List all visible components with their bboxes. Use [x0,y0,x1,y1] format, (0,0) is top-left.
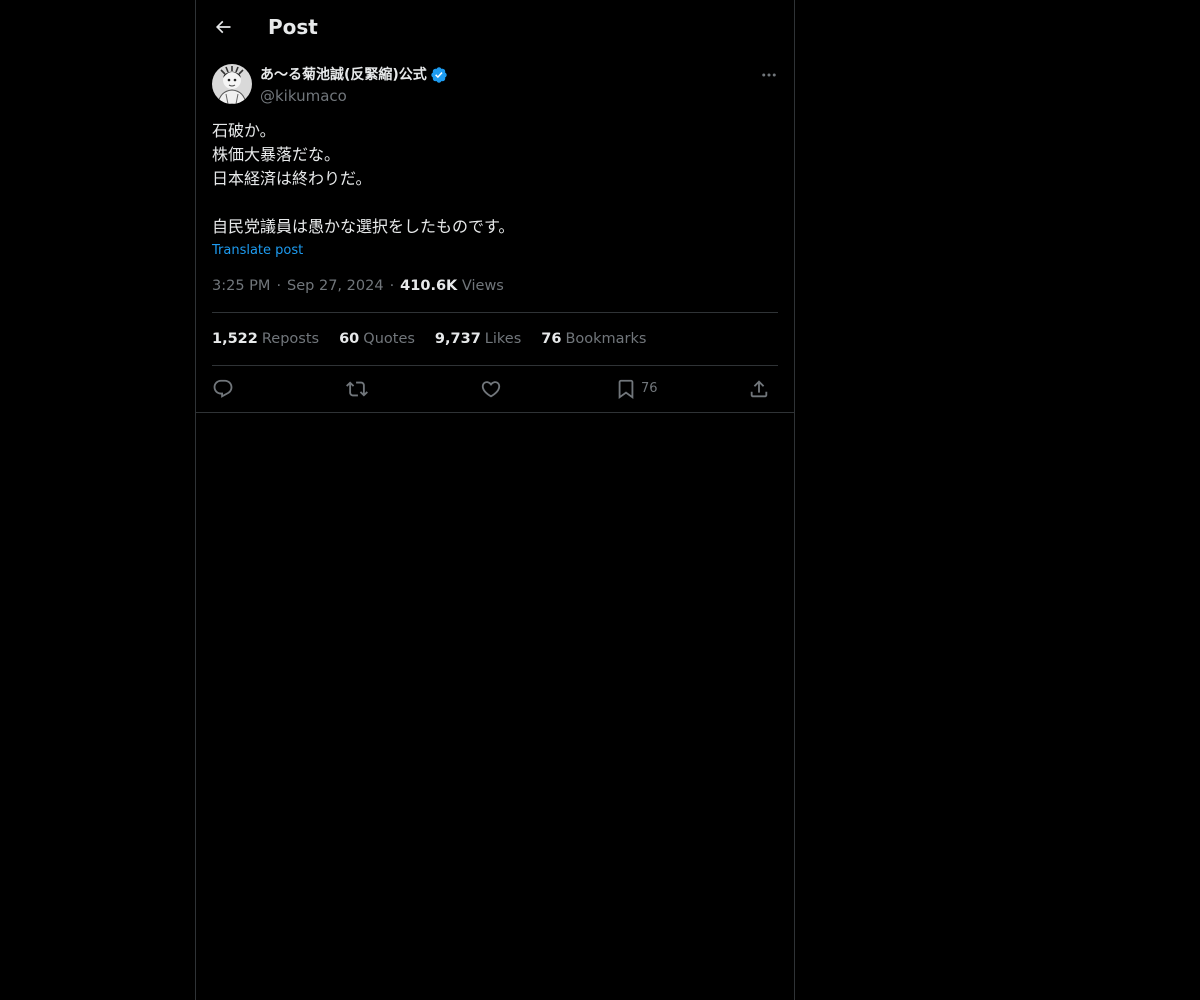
page-header: Post [196,0,794,54]
post-text-line: 日本経済は終わりだ。 [212,169,372,188]
bookmark-count: 76 [641,381,658,396]
reply-icon [213,379,233,398]
reposts-label: Reposts [261,331,320,347]
post-text: 石破か。 株価大暴落だな。 日本経済は終わりだ。 自民党議員は愚かな選択をしたも… [212,119,778,239]
post-date[interactable]: Sep 27, 2024 [287,278,384,294]
display-name-row: あ〜る菊池誠(反緊縮)公式 [260,64,448,86]
repost-icon [346,381,368,397]
post-text-line: 株価大暴落だな。 [212,145,341,164]
likes-label: Likes [484,331,522,347]
avatar[interactable] [212,64,252,104]
meta-separator: · [389,278,395,294]
verified-badge-icon[interactable] [430,66,448,84]
repost-button[interactable] [346,376,368,402]
meta-separator: · [276,278,282,294]
like-button[interactable] [480,376,502,402]
quotes-count: 60 [339,331,360,347]
arrow-left-icon [215,20,231,34]
more-horizontal-icon [762,73,776,77]
display-name[interactable]: あ〜る菊池誠(反緊縮)公式 [260,64,427,86]
post-meta: 3:25 PM · Sep 27, 2024 · 410.6K Views [212,275,504,297]
author-handle[interactable]: @kikumaco [260,86,448,106]
post-text-line: 石破か。 [212,121,276,140]
more-options-button[interactable] [754,64,784,86]
bookmark-icon [618,379,634,400]
page-title: Post [268,15,318,39]
translate-post-link[interactable]: Translate post [212,242,303,260]
post-text-line: 自民党議員は愚かな選択をしたものです。 [212,217,515,236]
reposts-count: 1,522 [212,331,258,347]
post-time[interactable]: 3:25 PM [212,278,270,294]
bookmark-button[interactable]: 76 [615,376,658,402]
post-stats: 1,522 Reposts 60 Quotes 9,737 Likes 76 Bookm… [212,327,666,351]
bookmarks-stat[interactable]: 76 Bookmarks [541,327,646,351]
quotes-stat[interactable]: 60 Quotes [339,327,415,351]
avatar-image [212,64,252,104]
quotes-label: Quotes [363,331,415,347]
views-count[interactable]: 410.6K [400,278,457,294]
views-label: Views [461,278,504,294]
reposts-stat[interactable]: 1,522 Reposts [212,327,319,351]
divider [212,365,778,366]
likes-stat[interactable]: 9,737 Likes [435,327,521,351]
post-text-line [212,191,778,215]
back-button[interactable] [208,10,238,44]
author-block: あ〜る菊池誠(反緊縮)公式 @kikumaco [260,64,448,106]
primary-column: Post あ〜る菊池誠(反緊縮)公式 @kikumaco 石破か。 株価大暴落だ… [195,0,795,1000]
divider [212,312,778,313]
post-bottom-border [196,412,794,413]
heart-icon [481,381,501,398]
reply-button[interactable] [212,376,234,402]
share-icon [750,380,768,398]
likes-count: 9,737 [434,331,481,347]
bookmarks-count: 76 [541,331,562,347]
bookmarks-label: Bookmarks [565,331,647,347]
share-button[interactable] [748,376,770,402]
post-actions: 76 [212,376,778,402]
